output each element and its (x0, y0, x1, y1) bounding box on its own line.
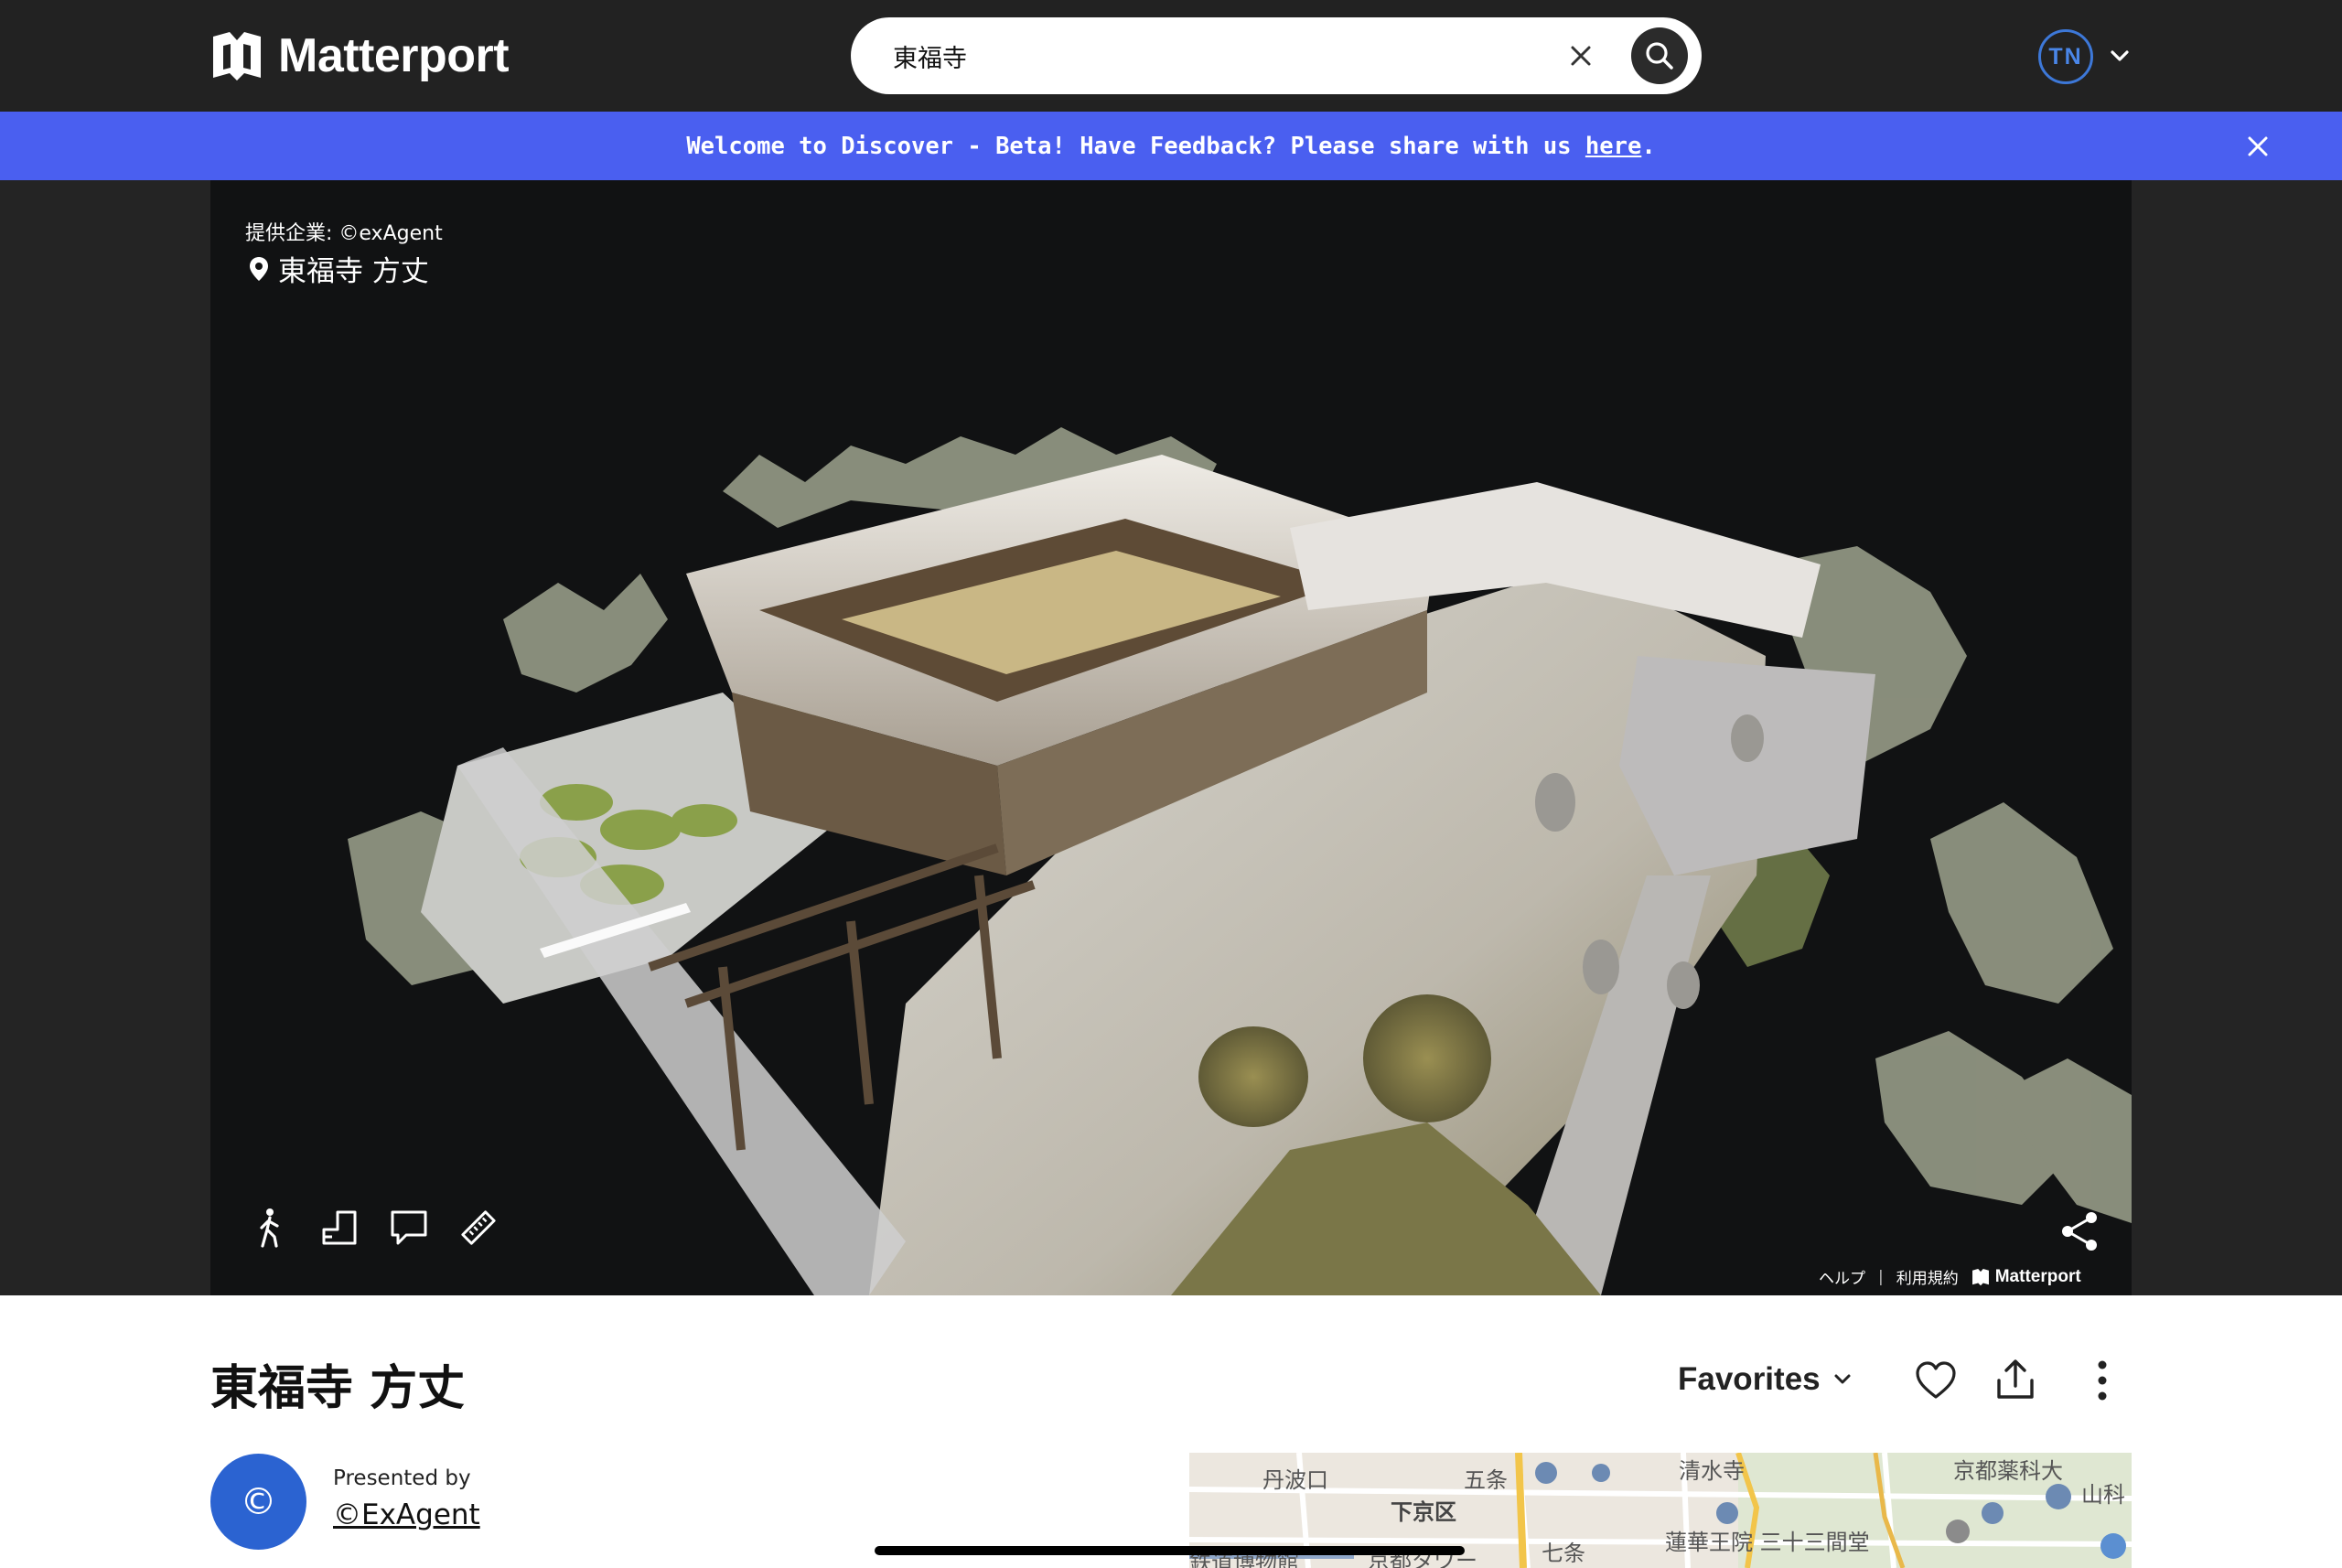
more-vertical-icon[interactable] (2093, 1359, 2111, 1402)
chevron-down-icon (1834, 1374, 1851, 1384)
walk-mode-button[interactable] (251, 1207, 289, 1249)
viewer-margin-left (0, 180, 210, 1295)
clear-icon[interactable] (1564, 39, 1597, 72)
banner-text: Welcome to Discover - Beta! Have Feedbac… (686, 132, 1572, 160)
search-input[interactable] (893, 32, 1533, 80)
viewer-margin-right (2132, 180, 2342, 1295)
floorplan-button[interactable] (320, 1207, 359, 1249)
map-label: 蓮華王院 三十三間堂 (1665, 1530, 1870, 1555)
ruler-icon (461, 1210, 496, 1245)
map-label: 京都薬科大 (1953, 1458, 2063, 1484)
map-label: 清水寺 (1679, 1458, 1745, 1484)
terms-link[interactable]: 利用規約 (1896, 1265, 1959, 1288)
map-label: 丹波口 (1262, 1467, 1328, 1493)
location-name: 東福寺 方丈 (278, 255, 429, 288)
presented-by-label: Presented by (333, 1466, 471, 1490)
viewer-footer: ヘルプ | 利用規約 Matterport (1819, 1265, 2081, 1289)
brand-name: Matterport (278, 29, 510, 82)
close-icon[interactable] (2245, 134, 2271, 159)
share-icon[interactable] (2058, 1209, 2102, 1253)
chevron-down-icon[interactable] (2107, 43, 2133, 69)
mattertags-button[interactable] (390, 1207, 428, 1249)
search-icon (1646, 42, 1673, 70)
map-label: 五条 (1464, 1467, 1508, 1493)
home-indicator (875, 1546, 1465, 1555)
page-title: 東福寺 方丈 (210, 1361, 466, 1416)
matterport-logo-icon (213, 32, 261, 81)
map-label: 七条 (1542, 1541, 1585, 1566)
user-avatar[interactable]: TN (2038, 29, 2093, 84)
feedback-link[interactable]: here (1585, 133, 1641, 160)
walk-icon (260, 1208, 279, 1248)
3d-tour-viewer[interactable]: 提供企業: ©exAgent 東福寺 方丈 ヘルプ | 利用規約 Matterp… (210, 180, 2132, 1295)
3d-dollhouse-scene[interactable] (210, 180, 2132, 1295)
search-bar (851, 17, 1702, 94)
presenter-link[interactable]: ©ExAgent (333, 1498, 480, 1531)
footer-separator: | (1878, 1267, 1884, 1286)
upload-icon[interactable] (1995, 1359, 2036, 1401)
beta-feedback-banner: Welcome to Discover - Beta! Have Feedbac… (0, 112, 2342, 180)
presenter-avatar[interactable]: © (210, 1454, 306, 1550)
matterport-logo-icon (1971, 1268, 1989, 1285)
map-label: 下京区 (1391, 1499, 1456, 1525)
help-link[interactable]: ヘルプ (1819, 1265, 1865, 1288)
provider-credit: 提供企業: ©exAgent (245, 222, 443, 245)
floorplan-icon (322, 1210, 357, 1245)
favorites-label: Favorites (1678, 1361, 1821, 1397)
comment-icon (391, 1210, 427, 1245)
heart-icon[interactable] (1915, 1360, 1957, 1401)
matterport-logo[interactable]: Matterport (210, 28, 510, 83)
favorites-dropdown[interactable]: Favorites (1678, 1361, 1853, 1398)
viewer-brand[interactable]: Matterport (1971, 1267, 2081, 1287)
viewer-brand-name: Matterport (1994, 1266, 2081, 1286)
viewer-toolbar (251, 1207, 498, 1249)
banner-text-end: . (1641, 132, 1656, 160)
top-navigation-bar: Matterport TN (0, 0, 2342, 112)
measure-button[interactable] (459, 1207, 498, 1249)
map-label: 山科 (2081, 1482, 2125, 1508)
location-pin-icon (250, 256, 268, 281)
location-label: 東福寺 方丈 (249, 248, 429, 289)
search-button[interactable] (1631, 27, 1688, 84)
